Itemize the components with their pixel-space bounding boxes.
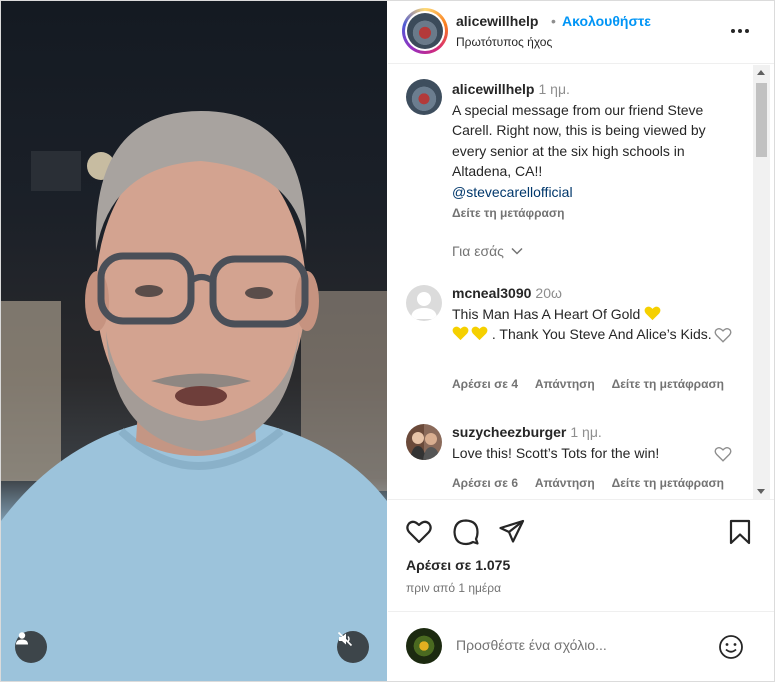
scroll-up-arrow[interactable] — [757, 70, 765, 75]
more-options-icon[interactable] — [728, 19, 752, 43]
comment-icon[interactable] — [452, 518, 480, 546]
translate-link[interactable]: Δείτε τη μετάφραση — [612, 476, 724, 490]
avatar[interactable] — [406, 424, 442, 460]
reply-button[interactable]: Απάντηση — [535, 476, 595, 490]
heart-icon[interactable] — [405, 518, 433, 546]
mute-toggle-button[interactable] — [337, 631, 369, 663]
comment-body-part2: . Thank You Steve And Alice’s Kids. — [491, 326, 712, 342]
comments-scrollbar[interactable] — [753, 65, 770, 499]
for-you-dropdown[interactable]: Για εσάς — [452, 243, 523, 259]
user-tag-icon — [16, 632, 28, 645]
author-avatar[interactable] — [402, 8, 448, 54]
mention-link[interactable]: @stevecarellofficial — [452, 184, 573, 200]
caption-text: alicewillhelp 1 ημ. A special message fro… — [452, 79, 722, 223]
yellow-heart-emoji — [471, 326, 488, 341]
video-frame — [1, 111, 387, 681]
author-username[interactable]: alicewillhelp — [456, 13, 538, 29]
likes-count[interactable]: Αρέσει σε 1.075 — [406, 557, 510, 573]
audio-label[interactable]: Πρωτότυπος ήχος — [456, 35, 552, 49]
caption-translate-link[interactable]: Δείτε τη μετάφραση — [452, 206, 564, 220]
comment-meta: Αρέσει σε 4 Απάντηση Δείτε τη μετάφραση — [452, 377, 738, 391]
for-you-label: Για εσάς — [452, 243, 504, 259]
comment-text: suzycheezburger 1 ημ. Love this! Scott’s … — [452, 422, 722, 463]
comment-meta: Αρέσει σε 6 Απάντηση Δείτε τη μετάφραση — [452, 476, 738, 490]
user-tag-button[interactable] — [15, 631, 47, 663]
emoji-icon[interactable] — [718, 634, 744, 660]
comment-text: mcneal3090 20ω This Man Has A Heart Of Go… — [452, 283, 722, 345]
comment-time: 20ω — [535, 285, 562, 301]
chevron-down-icon — [511, 247, 523, 255]
bookmark-icon[interactable] — [726, 518, 754, 546]
translate-link[interactable]: Δείτε τη μετάφραση — [612, 377, 724, 391]
share-icon[interactable] — [498, 518, 526, 546]
comment-likes[interactable]: Αρέσει σε 6 — [452, 476, 518, 490]
yellow-heart-emoji — [452, 326, 469, 341]
comment-body: Love this! Scott’s Tots for the win! — [452, 444, 660, 461]
post-details-panel: alicewillhelp • Ακολουθήστε Πρωτότυπος ή… — [388, 1, 774, 681]
comment-input[interactable] — [456, 637, 696, 653]
scroll-down-arrow[interactable] — [757, 489, 765, 494]
muted-speaker-icon — [337, 631, 353, 647]
comment-body-part1: This Man Has A Heart Of Gold — [452, 305, 641, 322]
separator-dot: • — [551, 13, 556, 29]
comment-username[interactable]: suzycheezburger — [452, 424, 566, 440]
comment-like-icon[interactable] — [714, 445, 732, 463]
comment-username[interactable]: mcneal3090 — [452, 285, 531, 301]
caption-time: 1 ημ. — [538, 81, 570, 97]
current-user-avatar[interactable] — [406, 628, 442, 664]
scroll-thumb[interactable] — [756, 83, 767, 157]
yellow-heart-emoji — [644, 306, 661, 320]
add-comment-bar — [388, 611, 774, 681]
post-modal: alicewillhelp • Ακολουθήστε Πρωτότυπος ή… — [0, 0, 775, 682]
comment-like-icon[interactable] — [714, 326, 732, 344]
reply-button[interactable]: Απάντηση — [535, 377, 595, 391]
post-actions: Αρέσει σε 1.075 πριν από 1 ημέρα — [388, 499, 774, 609]
post-timestamp[interactable]: πριν από 1 ημέρα — [406, 581, 501, 595]
comments-list[interactable]: alicewillhelp 1 ημ. A special message fro… — [388, 65, 753, 499]
comment-likes[interactable]: Αρέσει σε 4 — [452, 377, 518, 391]
video-player[interactable] — [1, 1, 387, 681]
avatar[interactable] — [406, 79, 442, 115]
follow-button[interactable]: Ακολουθήστε — [562, 13, 651, 29]
comment-time: 1 ημ. — [570, 424, 602, 440]
caption-username[interactable]: alicewillhelp — [452, 81, 534, 97]
avatar[interactable] — [406, 285, 442, 321]
caption-body: A special message from our friend Steve … — [452, 101, 706, 180]
post-header: alicewillhelp • Ακολουθήστε Πρωτότυπος ή… — [388, 1, 774, 64]
